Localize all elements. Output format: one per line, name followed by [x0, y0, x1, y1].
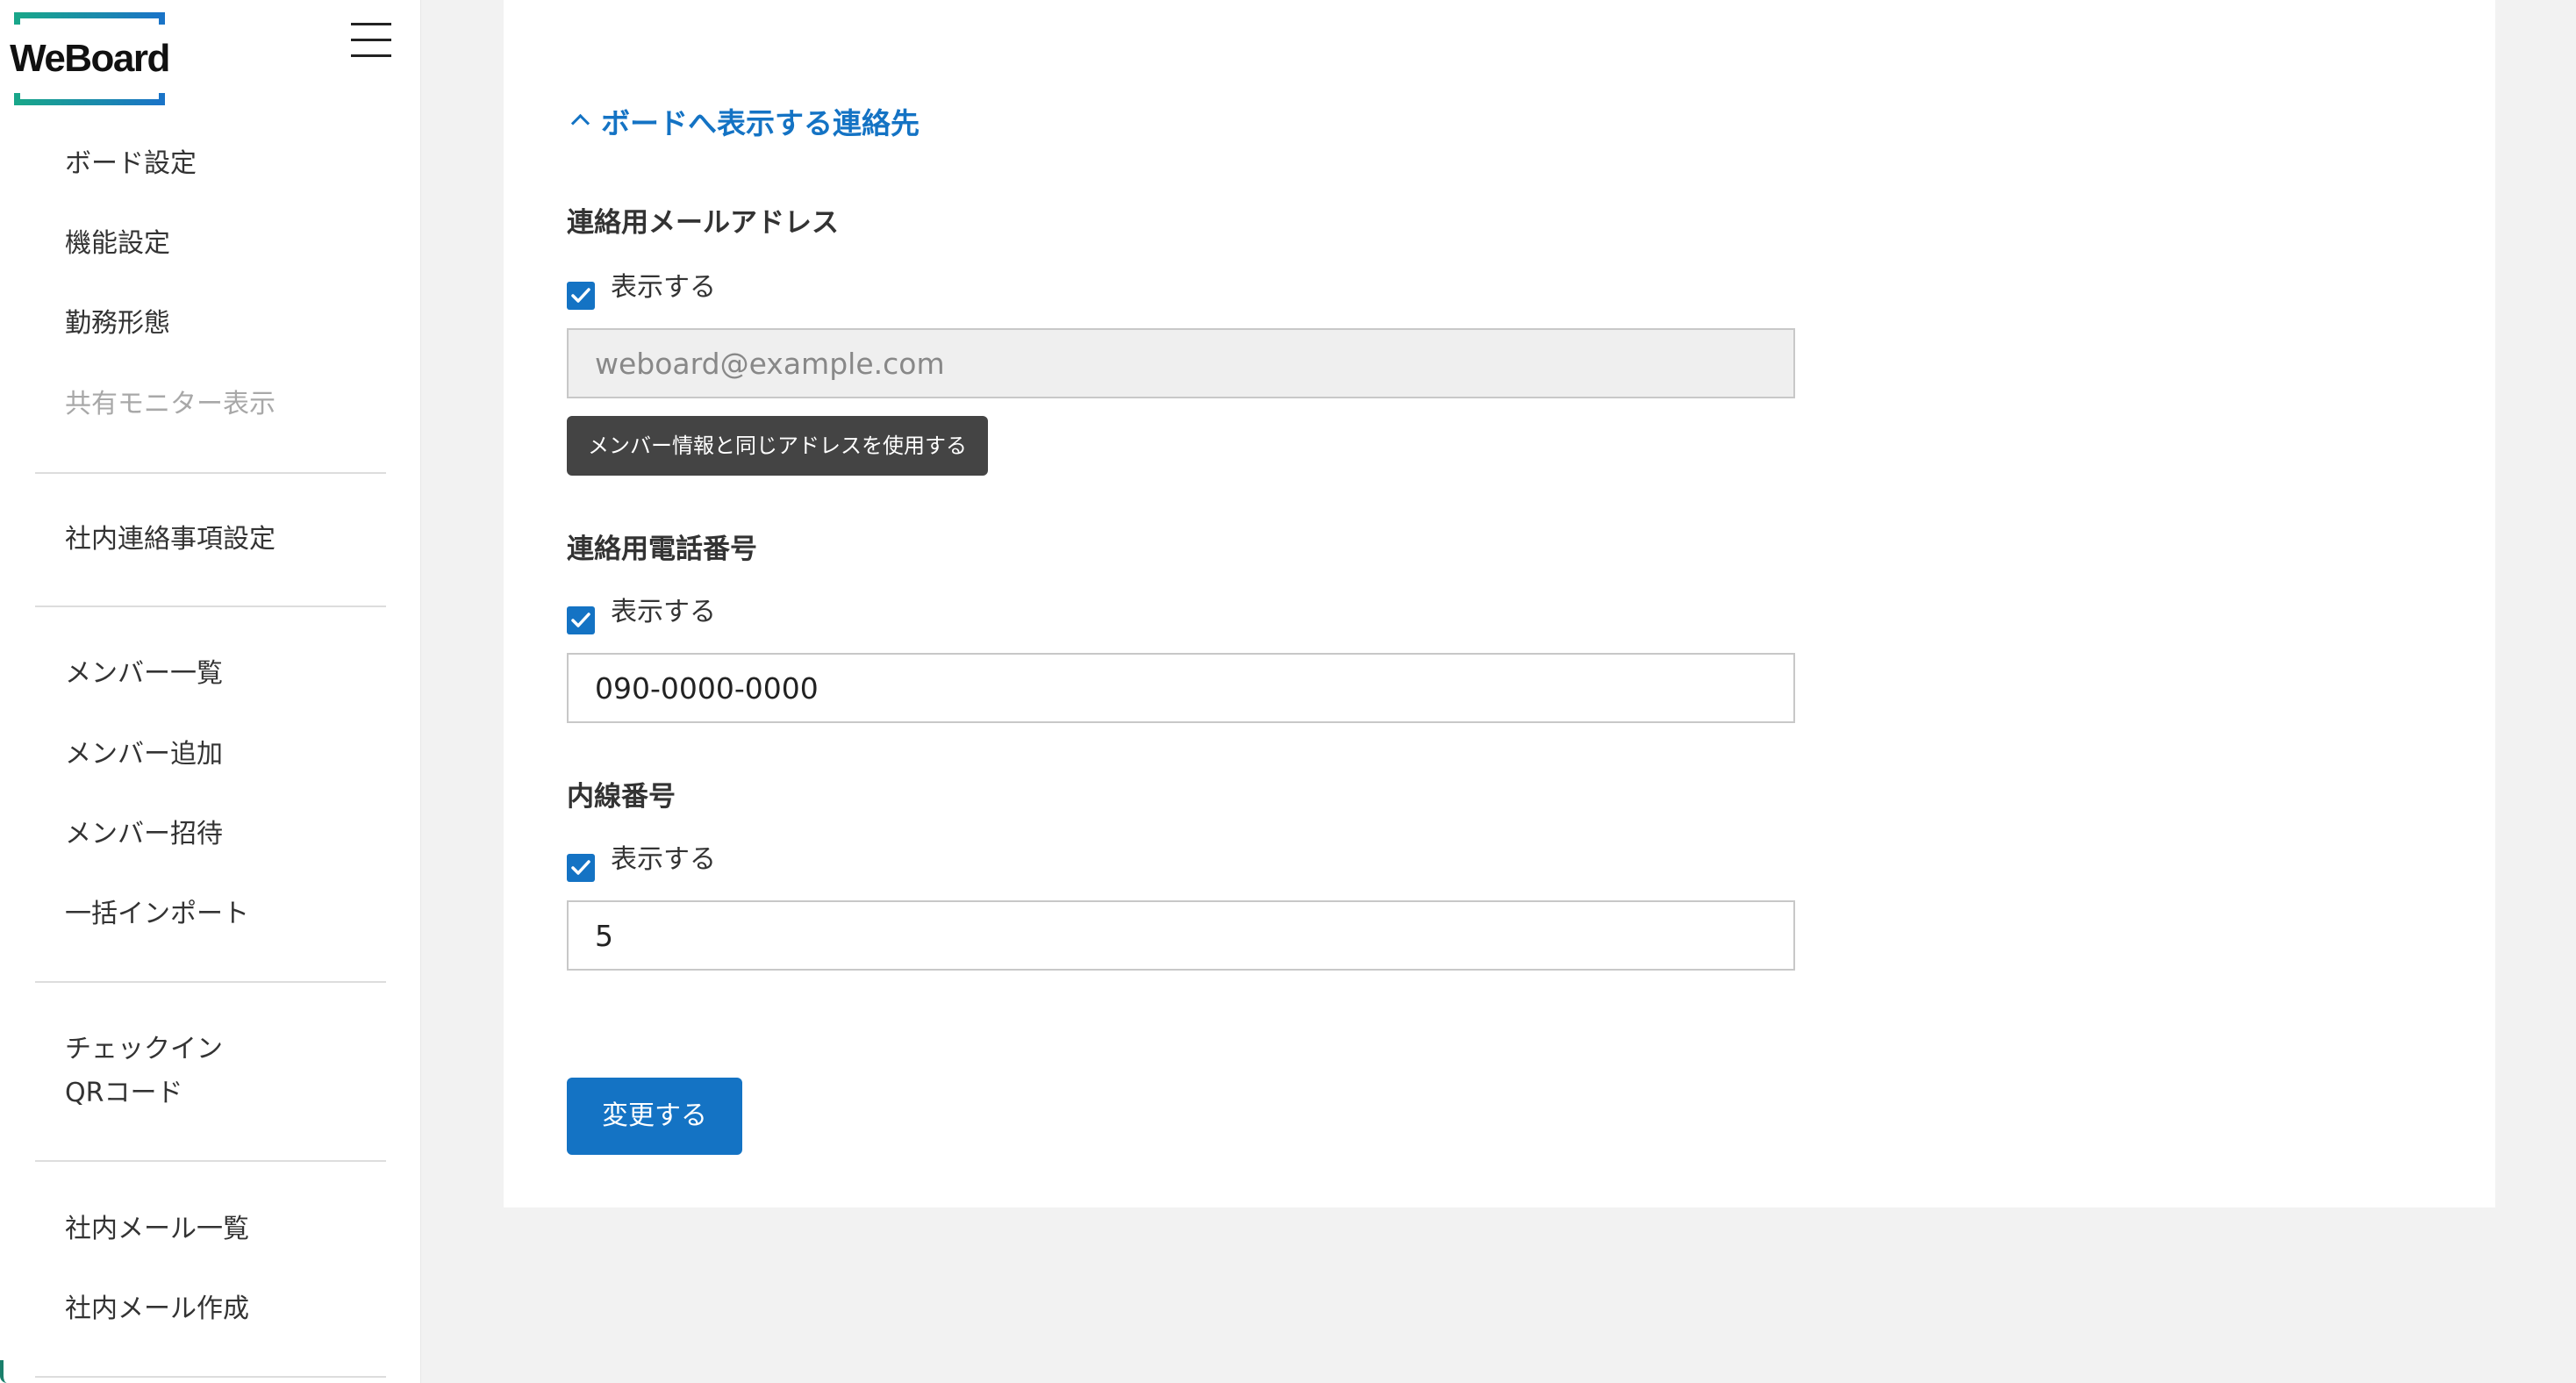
logo-bracket-bottom [14, 93, 165, 105]
use-member-address-button[interactable]: メンバー情報と同じアドレスを使用する [567, 416, 988, 476]
extension-label: 内線番号 [567, 781, 676, 813]
phone-field[interactable] [567, 653, 1795, 723]
email-display-checkbox[interactable]: 表示する [567, 269, 716, 310]
checkbox-checked-icon[interactable] [567, 853, 595, 882]
sidebar-item-member-list[interactable]: メンバー一覧 [65, 652, 223, 696]
section-title: ボードへ表示する連絡先 [601, 106, 919, 140]
email-label: 連絡用メールアドレス [567, 207, 839, 239]
sidebar-item-work-styles[interactable]: 勤務形態 [65, 302, 170, 346]
sidebar-item-member-add[interactable]: メンバー追加 [65, 733, 223, 777]
sidebar-item-checkin-qr-label: チェックイン QRコード [65, 1034, 223, 1108]
extension-field[interactable] [567, 900, 1795, 971]
phone-label: 連絡用電話番号 [567, 534, 757, 565]
submit-button[interactable]: 変更する [567, 1078, 742, 1155]
weboard-logo[interactable]: WeBoard [0, 12, 179, 105]
sidebar-item-checkin-qr[interactable]: チェックイン QRコード [65, 1028, 328, 1115]
sidebar-item-member-invite[interactable]: メンバー招待 [65, 813, 223, 856]
sidebar-item-shared-monitor: 共有モニター表示 [65, 389, 275, 419]
sidebar-item-feature-settings[interactable]: 機能設定 [65, 222, 170, 266]
phone-display-checkbox[interactable]: 表示する [567, 593, 716, 634]
checkbox-checked-icon[interactable] [567, 606, 595, 634]
chevron-up-icon [570, 113, 590, 133]
checkbox-checked-icon[interactable] [567, 281, 595, 310]
email-display-checkbox-label: 表示する [611, 272, 716, 303]
sidebar-divider [35, 1160, 386, 1162]
sidebar-item-internal-mail-compose[interactable]: 社内メール作成 [65, 1287, 249, 1331]
logo-text: WeBoard [10, 37, 170, 80]
sidebar-item-internal-notice-settings[interactable]: 社内連絡事項設定 [65, 518, 275, 562]
sidebar-divider [35, 1376, 386, 1378]
sidebar-item-bulk-import[interactable]: 一括インポート [65, 892, 249, 936]
email-field [567, 328, 1795, 398]
section-toggle-contact-display[interactable]: ボードへ表示する連絡先 [567, 102, 919, 146]
sidebar-item-internal-mail-list[interactable]: 社内メール一覧 [65, 1207, 249, 1251]
extension-display-checkbox-label: 表示する [611, 844, 716, 875]
extension-display-checkbox[interactable]: 表示する [567, 841, 716, 882]
sidebar-item-board-settings[interactable]: ボード設定 [65, 142, 197, 186]
menu-icon[interactable] [349, 21, 393, 60]
phone-display-checkbox-label: 表示する [611, 597, 716, 627]
sidebar-divider [35, 606, 386, 607]
sidebar: WeBoard ボード設定 機能設定 勤務形態 共有モニター表示 社内連絡事項設… [0, 0, 421, 1383]
sidebar-divider [35, 472, 386, 474]
window-edge-mark [0, 1360, 11, 1383]
sidebar-divider [35, 981, 386, 983]
contact-settings-panel: ボードへ表示する連絡先 連絡用メールアドレス 表示する メンバー情報と同じアドレ… [504, 0, 2495, 1207]
logo-bracket-top [14, 12, 165, 25]
